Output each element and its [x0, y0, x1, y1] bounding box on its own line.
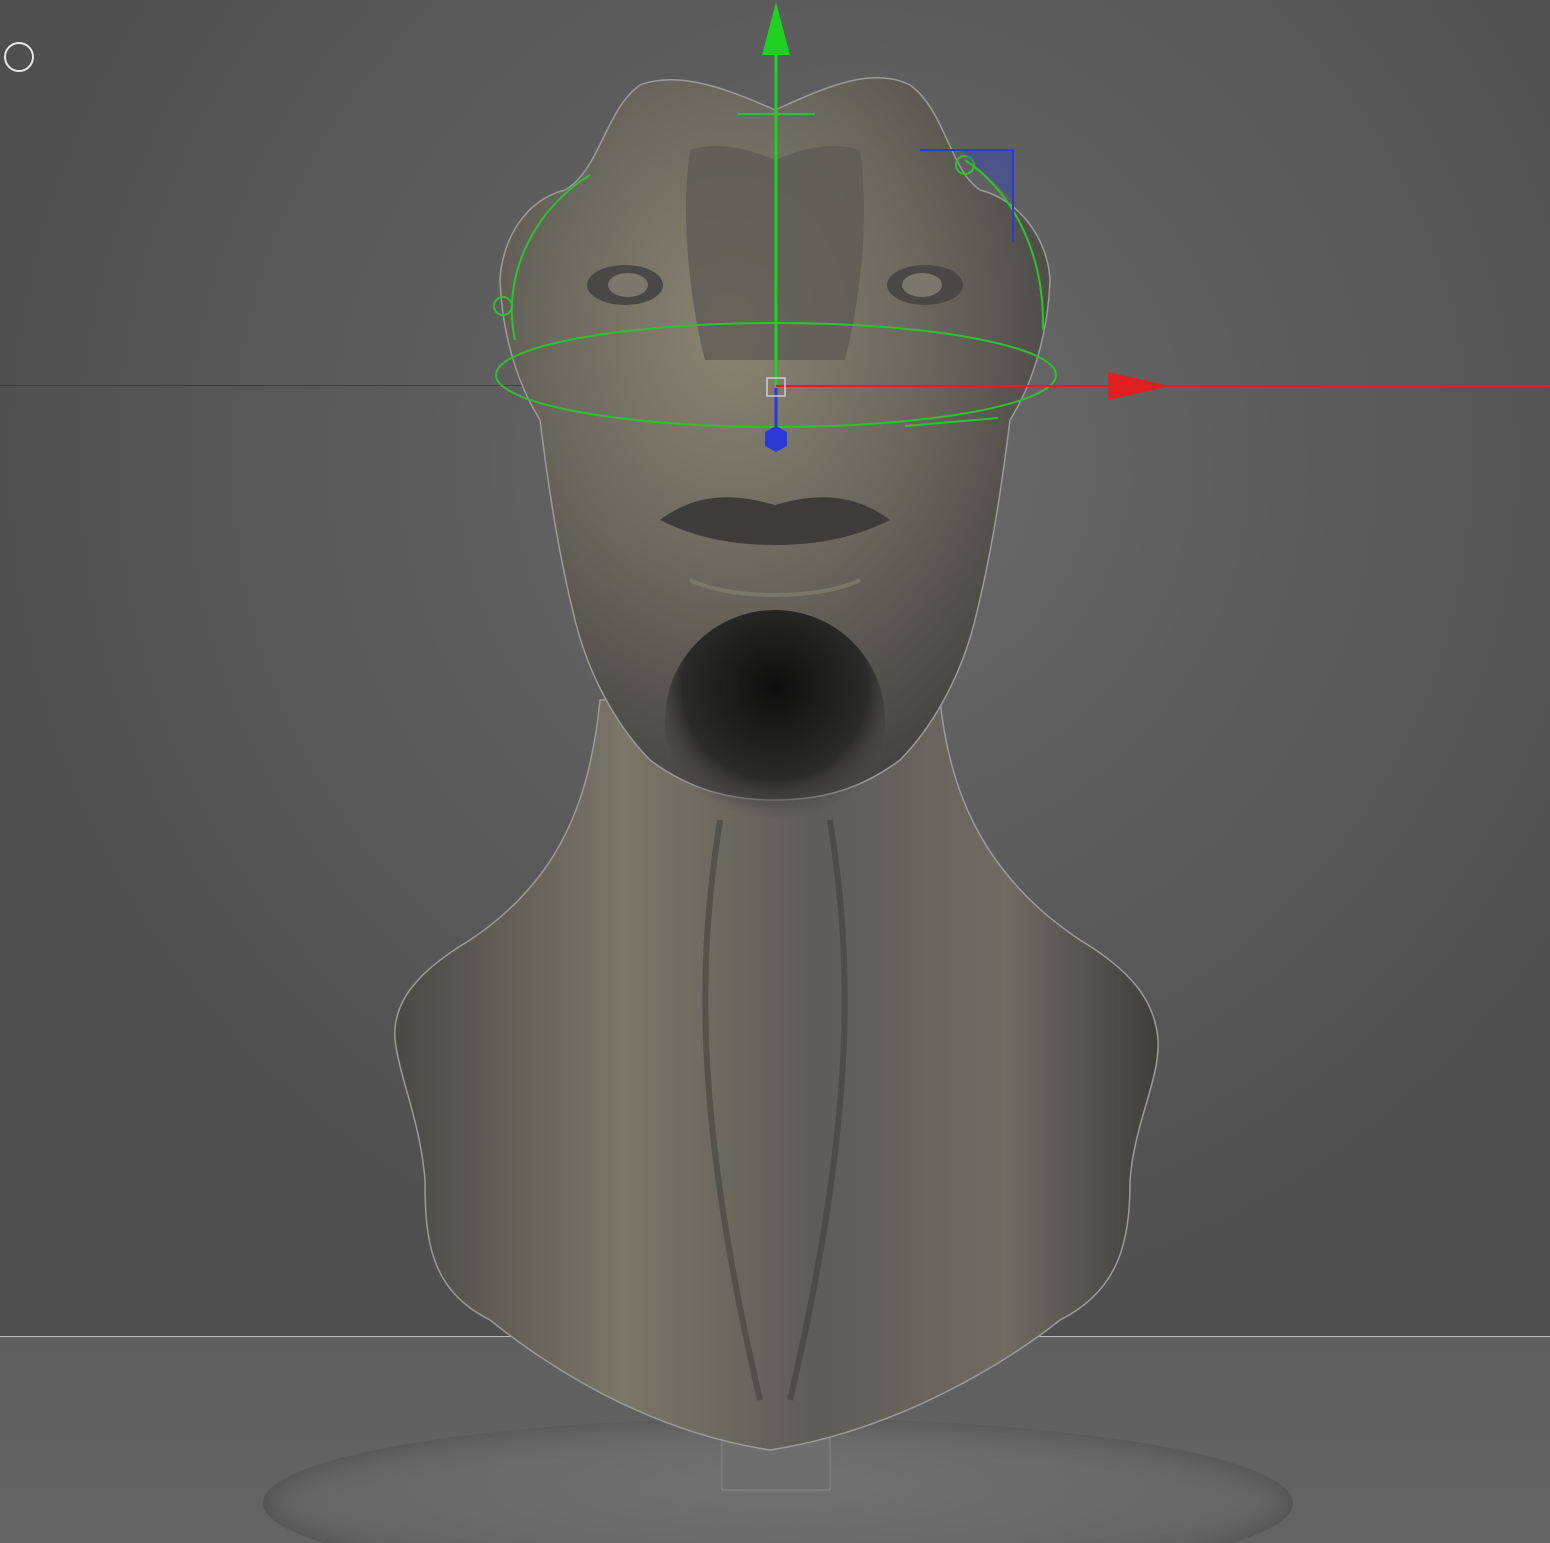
model-eyeball-left	[608, 273, 648, 297]
circle-icon[interactable]	[4, 42, 34, 72]
3d-viewport[interactable]	[0, 0, 1550, 1543]
model-eyeball-right	[902, 273, 942, 297]
model-beard	[665, 610, 885, 830]
scene-canvas[interactable]	[0, 0, 1550, 1543]
